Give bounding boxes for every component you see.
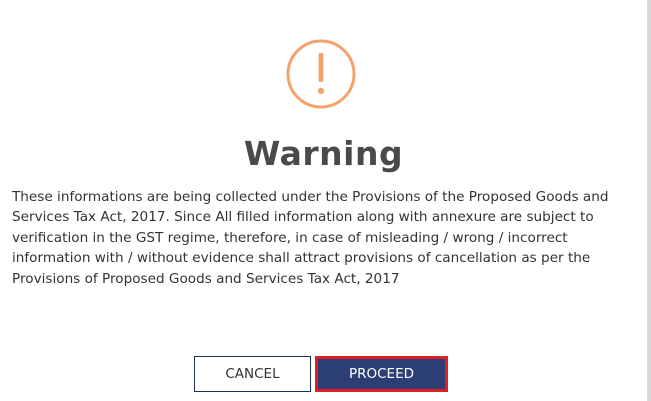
dialog-title: Warning: [243, 134, 404, 173]
warning-exclamation-circle-icon: [286, 39, 356, 109]
cancel-button[interactable]: CANCEL: [194, 356, 311, 392]
dialog-message: These informations are being collected u…: [12, 189, 609, 287]
warning-dialog: Warning These informations are being col…: [0, 0, 651, 401]
proceed-button[interactable]: PROCEED: [315, 356, 448, 392]
